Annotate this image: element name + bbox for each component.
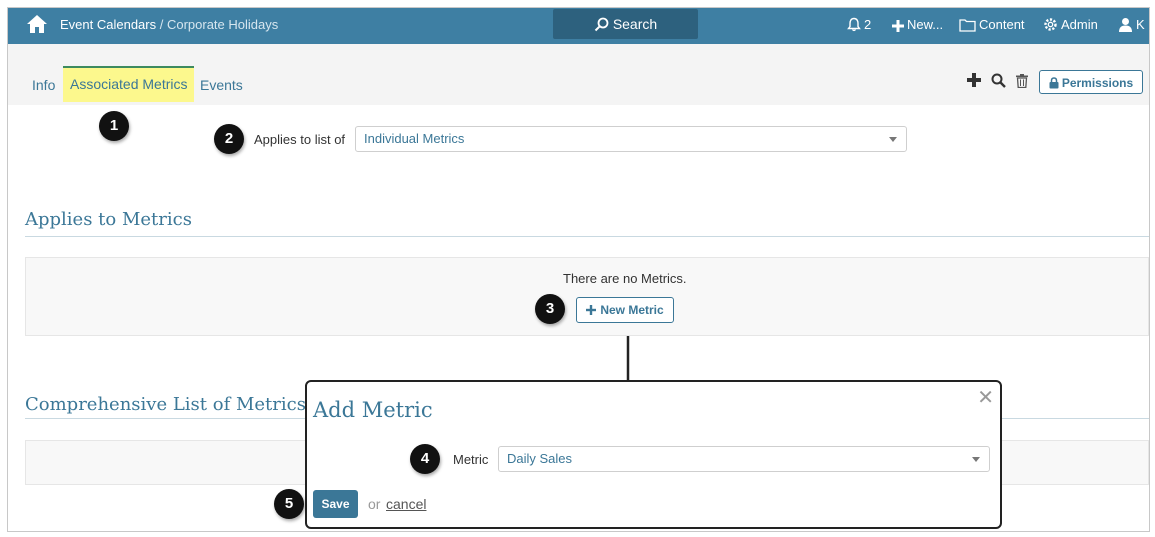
chevron-down-icon: [972, 457, 980, 462]
save-button[interactable]: Save: [313, 490, 358, 518]
step-callout-4: 4: [410, 444, 440, 474]
notifications-button[interactable]: 2: [847, 17, 871, 32]
search-icon[interactable]: [991, 73, 1006, 88]
empty-state-text: There are no Metrics.: [563, 271, 687, 286]
applies-to-label: Applies to list of: [254, 132, 346, 147]
new-menu-label: New...: [907, 17, 944, 32]
close-icon[interactable]: ✕: [977, 388, 994, 408]
add-icon[interactable]: [967, 73, 981, 87]
notifications-count: 2: [864, 17, 872, 32]
modal-title: Add Metric: [313, 398, 433, 422]
breadcrumb-root[interactable]: Event Calendars: [60, 17, 156, 32]
step-callout-3: 3: [535, 294, 565, 324]
folder-icon: [959, 19, 976, 32]
search-icon: [594, 17, 609, 32]
comprehensive-list-heading: Comprehensive List of Metrics: [25, 394, 306, 415]
tab-events[interactable]: Events: [200, 77, 243, 93]
new-metric-label: New Metric: [600, 303, 664, 317]
new-menu-button[interactable]: New...: [892, 17, 943, 32]
cancel-link[interactable]: cancel: [386, 496, 426, 512]
breadcrumb-separator: /: [156, 17, 167, 32]
user-menu-button[interactable]: K: [1118, 17, 1145, 32]
content-menu-label: Content: [979, 17, 1025, 32]
lock-icon: [1049, 77, 1059, 89]
user-initial: K: [1136, 17, 1145, 32]
applies-to-select[interactable]: Individual Metrics: [355, 126, 907, 152]
bell-icon: [847, 17, 861, 32]
chevron-down-icon: [889, 137, 897, 142]
step-callout-5: 5: [274, 489, 304, 519]
new-metric-button[interactable]: New Metric: [576, 297, 674, 323]
applies-to-metrics-heading: Applies to Metrics: [25, 209, 192, 230]
plus-icon: [892, 20, 904, 32]
tab-strip: Info Associated Metrics Events Permissio…: [8, 44, 1149, 105]
plus-icon: [586, 305, 597, 315]
permissions-button[interactable]: Permissions: [1039, 70, 1143, 94]
step-callout-2: 2: [214, 124, 244, 154]
breadcrumb: Event Calendars / Corporate Holidays: [60, 17, 278, 32]
tab-associated-metrics[interactable]: Associated Metrics: [63, 66, 195, 102]
step-callout-1: 1: [99, 111, 129, 141]
app-window: Event Calendars / Corporate Holidays Sea…: [7, 7, 1150, 532]
metric-label: Metric: [453, 452, 489, 467]
admin-menu-button[interactable]: Admin: [1043, 17, 1098, 32]
breadcrumb-current: Corporate Holidays: [166, 17, 279, 32]
home-icon[interactable]: [26, 14, 48, 34]
tab-info[interactable]: Info: [32, 77, 55, 93]
trash-icon[interactable]: [1016, 74, 1028, 88]
search-button[interactable]: Search: [553, 9, 698, 39]
search-label: Search: [612, 16, 658, 32]
top-navigation-bar: Event Calendars / Corporate Holidays Sea…: [8, 8, 1149, 44]
or-text: or: [368, 496, 381, 512]
applies-to-value: Individual Metrics: [364, 131, 465, 146]
admin-menu-label: Admin: [1061, 17, 1098, 32]
permissions-label: Permissions: [1061, 76, 1134, 90]
gear-icon: [1044, 18, 1057, 31]
user-icon: [1119, 18, 1132, 32]
metric-value: Daily Sales: [507, 451, 573, 466]
section-divider: [25, 236, 1149, 237]
metric-select[interactable]: Daily Sales: [498, 446, 990, 472]
content-menu-button[interactable]: Content: [959, 17, 1025, 32]
